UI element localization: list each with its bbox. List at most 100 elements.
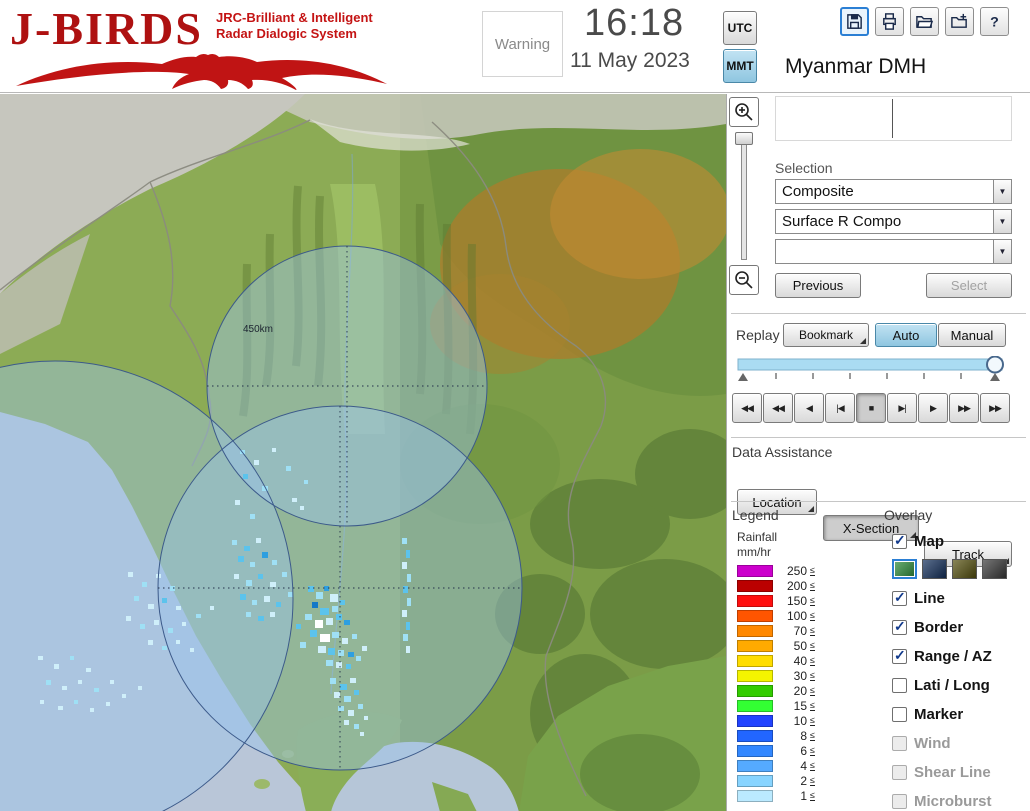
- zoom-in-icon: [735, 103, 753, 121]
- range-ring-label: 450km: [243, 324, 273, 335]
- zoom-out-button[interactable]: [729, 265, 759, 295]
- overlay-row-marker: Marker: [892, 700, 1028, 729]
- zoom-slider[interactable]: [729, 130, 759, 262]
- previous-button[interactable]: Previous: [775, 273, 861, 298]
- stop-button[interactable]: ■: [856, 393, 886, 423]
- legend-row: 100 ≤: [737, 608, 815, 623]
- playback-controls: ◀◀ ◀◀ ◀ |◀ ■ ▶| ▶ ▶▶ ▶▶: [732, 393, 1010, 423]
- zoom-out-icon: [735, 271, 753, 289]
- border-checkbox[interactable]: [892, 618, 907, 635]
- clock: 16:18 11 May 2023: [570, 2, 690, 73]
- open-folder-button[interactable]: [910, 7, 939, 36]
- legend-label: Legend: [732, 507, 779, 523]
- divider: [731, 501, 1026, 502]
- forward-button[interactable]: ▶▶: [949, 393, 979, 423]
- legend-swatch: [737, 579, 773, 592]
- open-folder-icon: [916, 16, 934, 28]
- legend-row: 15 ≤: [737, 698, 815, 713]
- map-style-swatch-green[interactable]: [892, 559, 917, 579]
- map-style-swatch-blue[interactable]: [922, 559, 947, 579]
- composite-dropdown-value: Composite: [782, 183, 854, 200]
- marker-checkbox[interactable]: [892, 707, 907, 722]
- clock-time: 16:18: [584, 2, 685, 44]
- slider-end-marker[interactable]: [990, 373, 1000, 381]
- legend-swatch: [737, 759, 773, 772]
- bookmark-button[interactable]: Bookmark: [783, 323, 869, 347]
- legend-row: 150 ≤: [737, 593, 815, 608]
- step-back-button[interactable]: |◀: [825, 393, 855, 423]
- legend-row: 6 ≤: [737, 743, 815, 758]
- slider-start-marker[interactable]: [738, 373, 748, 381]
- eagle-icon: [16, 53, 387, 90]
- mmt-button[interactable]: MMT: [723, 49, 757, 83]
- rewind-button[interactable]: ◀◀: [763, 393, 793, 423]
- legend-row: 10 ≤: [737, 713, 815, 728]
- legend-swatch: [737, 729, 773, 742]
- legend-row: 8 ≤: [737, 728, 815, 743]
- print-button[interactable]: [875, 7, 904, 36]
- svg-text:?: ?: [990, 14, 999, 30]
- forward-fast-button[interactable]: ▶▶: [980, 393, 1010, 423]
- help-icon: ?: [990, 14, 999, 30]
- jbirds-app: J-BIRDS JRC-Brilliant & Intelligent Rada…: [0, 0, 1030, 811]
- radar-map[interactable]: 450km: [0, 94, 726, 811]
- toolbar: ?: [840, 7, 1009, 36]
- zoom-slider-groove: [741, 132, 747, 260]
- legend-row: 40 ≤: [737, 653, 815, 668]
- warning-button[interactable]: Warning: [482, 11, 563, 77]
- manual-button[interactable]: Manual: [938, 323, 1006, 347]
- range-az-checkbox[interactable]: [892, 647, 907, 664]
- overlay-row-shear-line: Shear Line: [892, 758, 1028, 787]
- help-button[interactable]: ?: [980, 7, 1009, 36]
- chevron-down-icon[interactable]: [993, 240, 1011, 263]
- replay-slider[interactable]: [736, 356, 1008, 384]
- legend-row: 50 ≤: [737, 638, 815, 653]
- lati-long-checkbox[interactable]: [892, 678, 907, 693]
- line-checkbox[interactable]: [892, 589, 907, 606]
- utc-button[interactable]: UTC: [723, 11, 757, 45]
- map-checkbox[interactable]: [892, 532, 907, 549]
- map-style-swatch-olive[interactable]: [952, 559, 977, 579]
- play-button[interactable]: ▶: [918, 393, 948, 423]
- chevron-down-icon[interactable]: [993, 210, 1011, 233]
- save-button[interactable]: [840, 7, 869, 36]
- jbirds-logo: J-BIRDS JRC-Brilliant & Intelligent Rada…: [6, 2, 406, 92]
- select-button[interactable]: Select: [926, 273, 1012, 298]
- logo-subtitle: JRC-Brilliant & Intelligent Radar Dialog…: [216, 10, 373, 42]
- map-color-swatches: [892, 554, 1028, 584]
- rewind-fast-button[interactable]: ◀◀: [732, 393, 762, 423]
- legend-swatch: [737, 639, 773, 652]
- warning-label: Warning: [494, 35, 551, 53]
- selection-label: Selection: [775, 160, 833, 176]
- auto-button[interactable]: Auto: [875, 323, 937, 347]
- list-divider: [892, 99, 893, 138]
- zoom-slider-thumb[interactable]: [735, 132, 753, 145]
- legend-swatch: [737, 624, 773, 637]
- legend-row: 250 ≤: [737, 563, 815, 578]
- product-list-box[interactable]: [775, 96, 1012, 141]
- composite-dropdown[interactable]: Composite: [775, 179, 1012, 204]
- legend-swatch: [737, 789, 773, 802]
- header: J-BIRDS JRC-Brilliant & Intelligent Rada…: [0, 0, 1030, 93]
- overlay-row-wind: Wind: [892, 729, 1028, 758]
- rainfall-legend: 250 ≤ 200 ≤ 150 ≤ 100 ≤ 70 ≤ 50 ≤ 40 ≤ 30 ≤ 20 ≤ …: [737, 563, 815, 803]
- product-dropdown[interactable]: Surface R Compo: [775, 209, 1012, 234]
- export-button[interactable]: [945, 7, 974, 36]
- replay-label: Replay: [736, 327, 780, 343]
- slider-handle[interactable]: [986, 356, 1004, 374]
- chevron-down-icon[interactable]: [993, 180, 1011, 203]
- legend-swatch: [737, 684, 773, 697]
- product-dropdown-value: Surface R Compo: [782, 213, 902, 230]
- overlay-row-border: Border: [892, 613, 1028, 642]
- clock-date: 11 May 2023: [570, 49, 690, 72]
- overlay-options: Map Line Border Range: [892, 528, 1028, 811]
- zoom-in-button[interactable]: [729, 97, 759, 127]
- step-forward-button[interactable]: ▶|: [887, 393, 917, 423]
- map-style-swatch-gray[interactable]: [982, 559, 1007, 579]
- legend-row: 1 ≤: [737, 788, 815, 803]
- legend-swatch: [737, 564, 773, 577]
- play-reverse-button[interactable]: ◀: [794, 393, 824, 423]
- zoom-controls: [729, 97, 759, 295]
- divider: [731, 437, 1026, 438]
- extra-dropdown[interactable]: [775, 239, 1012, 264]
